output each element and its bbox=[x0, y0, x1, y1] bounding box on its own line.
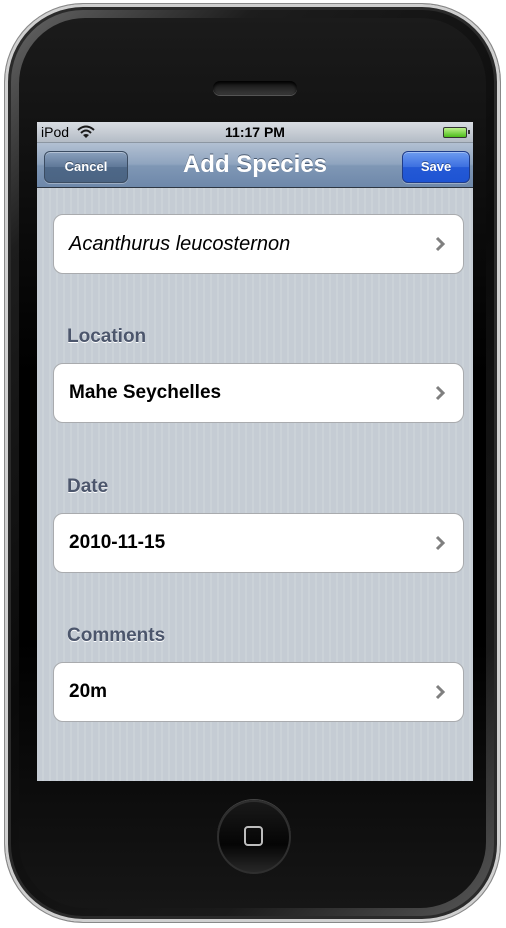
battery-icon bbox=[443, 127, 470, 138]
comments-cell[interactable]: 20m bbox=[53, 662, 464, 722]
location-header: Location bbox=[67, 326, 147, 347]
home-button[interactable] bbox=[217, 800, 291, 874]
form-content: Acanthurus leucosternon Location Mahe Se… bbox=[37, 188, 473, 781]
species-value: Acanthurus leucosternon bbox=[69, 233, 291, 255]
date-cell[interactable]: 2010-11-15 bbox=[53, 513, 464, 573]
save-button[interactable]: Save bbox=[402, 151, 470, 183]
chevron-right-icon bbox=[435, 684, 446, 700]
chevron-right-icon bbox=[435, 385, 446, 401]
location-cell[interactable]: Mahe Seychelles bbox=[53, 363, 464, 423]
earpiece-speaker bbox=[213, 81, 297, 95]
navigation-bar: Cancel Add Species Save bbox=[37, 143, 473, 188]
species-cell[interactable]: Acanthurus leucosternon bbox=[53, 214, 464, 274]
status-bar: iPod 11:17 PM bbox=[37, 122, 473, 143]
home-square-icon bbox=[244, 826, 263, 846]
date-value: 2010-11-15 bbox=[69, 532, 166, 553]
location-value: Mahe Seychelles bbox=[69, 382, 222, 403]
screen: iPod 11:17 PM Cancel Add Species Save Ac… bbox=[37, 122, 473, 781]
clock: 11:17 PM bbox=[225, 124, 285, 140]
comments-header: Comments bbox=[67, 625, 166, 646]
date-header: Date bbox=[67, 476, 109, 497]
comments-value: 20m bbox=[69, 681, 108, 702]
chevron-right-icon bbox=[435, 236, 446, 252]
chevron-right-icon bbox=[435, 535, 446, 551]
